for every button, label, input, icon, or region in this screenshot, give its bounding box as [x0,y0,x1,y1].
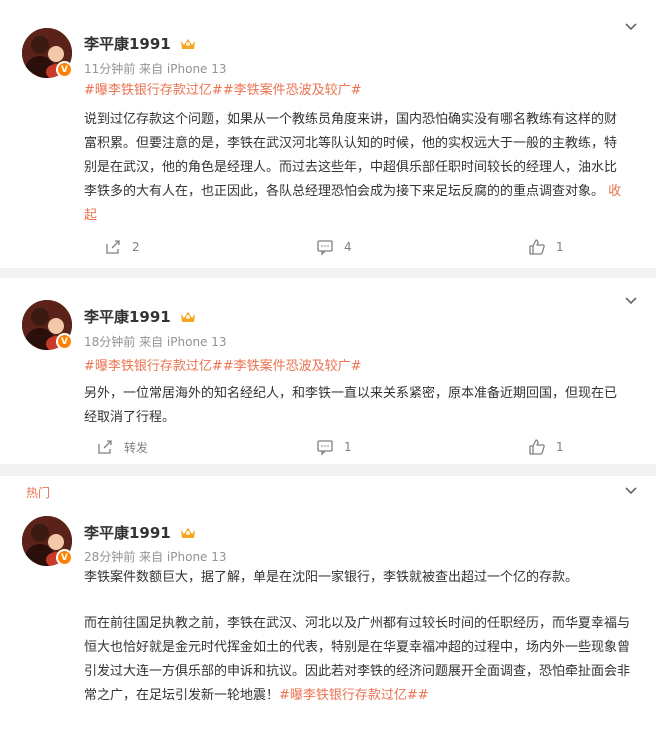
chevron-down-icon[interactable] [624,484,638,498]
post-text: 另外，一位常居海外的知名经纪人，和李铁一直以来关系紧密，原本准备近期回国，但现在… [84,386,618,425]
post-2: V 李平康1991 18分钟前 来自 iPhone 13 #曝李铁银行存款过亿#… [0,278,656,464]
post-tags[interactable]: #曝李铁银行存款过亿##李铁案件恐波及较广# [84,356,628,378]
like-button[interactable]: 1 [528,438,564,456]
chevron-down-icon[interactable] [624,294,638,308]
post-tags[interactable]: #曝李铁银行存款过亿##李铁案件恐波及较广# [84,80,628,102]
post-body: 李铁案件数额巨大，据了解，单是在沈阳一家银行，李铁就被查出超过一个亿的存款。 而… [0,566,656,708]
post-meta: 28分钟前 来自 iPhone 13 [84,548,227,565]
username-text[interactable]: 李平康1991 [84,35,171,53]
thumbs-up-icon [529,239,545,255]
action-bar: 转发 1 1 [0,438,656,468]
comment-button[interactable]: 1 [316,438,352,456]
repost-icon [98,440,112,454]
like-count: 1 [556,440,564,454]
action-bar: 2 4 1 [0,222,656,272]
repost-count: 2 [132,240,140,254]
post-header: V 李平康1991 18分钟前 来自 iPhone 13 [0,278,656,356]
post-text: 说到过亿存款这个问题，如果从一个教练员角度来讲，国内恐怕确实没有哪名教练有这样的… [84,112,618,199]
repost-button[interactable]: 转发 [96,438,148,456]
verified-badge-icon: V [56,549,73,566]
post-time: 28分钟前 [84,550,136,564]
post-source: 来自 iPhone 13 [139,62,227,76]
comment-icon [317,440,333,456]
crown-icon [180,39,195,49]
comment-icon [317,240,333,256]
post-time: 18分钟前 [84,335,136,349]
hot-section-header: 热门 [0,476,656,502]
post-1: V 李平康1991 11分钟前 来自 iPhone 13 #曝李铁银行存款过亿#… [0,0,656,268]
post-meta: 18分钟前 来自 iPhone 13 [84,333,227,350]
thumbs-up-icon [529,439,545,455]
post-source: 来自 iPhone 13 [139,550,227,564]
post-tail-tag[interactable]: #曝李铁银行存款过亿## [279,688,429,703]
post-meta: 11分钟前 来自 iPhone 13 [84,60,227,77]
post-header: V 李平康1991 11分钟前 来自 iPhone 13 [0,0,656,80]
post-time: 11分钟前 [84,62,136,76]
verified-badge-icon: V [56,333,73,350]
chevron-down-icon[interactable] [624,20,638,34]
post-body: #曝李铁银行存款过亿##李铁案件恐波及较广# 另外，一位常居海外的知名经纪人，和… [0,356,656,430]
username-text[interactable]: 李平康1991 [84,524,171,542]
post-text-paragraph-1: 李铁案件数额巨大，据了解，单是在沈阳一家银行，李铁就被查出超过一个亿的存款。 [84,570,579,585]
like-button[interactable]: 1 [528,238,564,256]
post-3: 热门 V 李平康1991 28分钟前 来自 iPhone 13 李铁案件数额巨大… [0,476,656,741]
like-count: 1 [556,240,564,254]
username[interactable]: 李平康1991 [84,522,196,543]
crown-icon [180,528,195,538]
crown-icon [180,312,195,322]
hot-label: 热门 [26,486,51,500]
comment-button[interactable]: 4 [316,238,352,256]
verified-badge-icon: V [56,61,73,78]
post-header: V 李平康1991 28分钟前 来自 iPhone 13 [0,502,656,566]
comment-count: 1 [344,440,352,454]
post-source: 来自 iPhone 13 [139,335,227,349]
username[interactable]: 李平康1991 [84,306,196,327]
post-text-paragraph-2-wrapper: 而在前往国足执教之前，李铁在武汉、河北以及广州都有过较长时间的任职经历，而华夏幸… [84,612,634,708]
comment-count: 4 [344,240,352,254]
repost-label: 转发 [124,440,149,455]
repost-button[interactable]: 2 [104,238,140,256]
username[interactable]: 李平康1991 [84,33,196,54]
repost-icon [106,240,120,254]
username-text[interactable]: 李平康1991 [84,308,171,326]
post-body: #曝李铁银行存款过亿##李铁案件恐波及较广# 说到过亿存款这个问题，如果从一个教… [0,80,656,228]
